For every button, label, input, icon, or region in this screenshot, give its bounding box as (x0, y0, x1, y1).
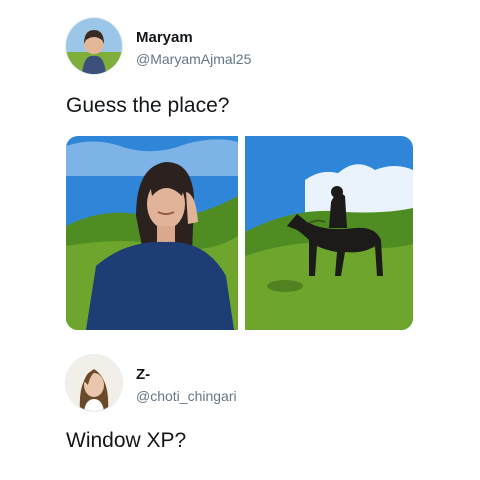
avatar[interactable] (66, 18, 122, 74)
author-name[interactable]: Z- (136, 366, 150, 383)
tweet-photo-left[interactable] (66, 136, 238, 330)
avatar[interactable] (66, 355, 122, 411)
tweet-photo-right[interactable] (245, 136, 413, 330)
horse-rider-photo-icon (245, 136, 413, 330)
author-handle[interactable]: @choti_chingari (136, 388, 237, 404)
selfie-photo-icon (66, 136, 238, 330)
reply-text: Window XP? (66, 429, 187, 452)
tweet-text: Guess the place? (66, 94, 230, 117)
author-handle[interactable]: @MaryamAjmal25 (136, 51, 251, 67)
author-name[interactable]: Maryam (136, 29, 193, 46)
